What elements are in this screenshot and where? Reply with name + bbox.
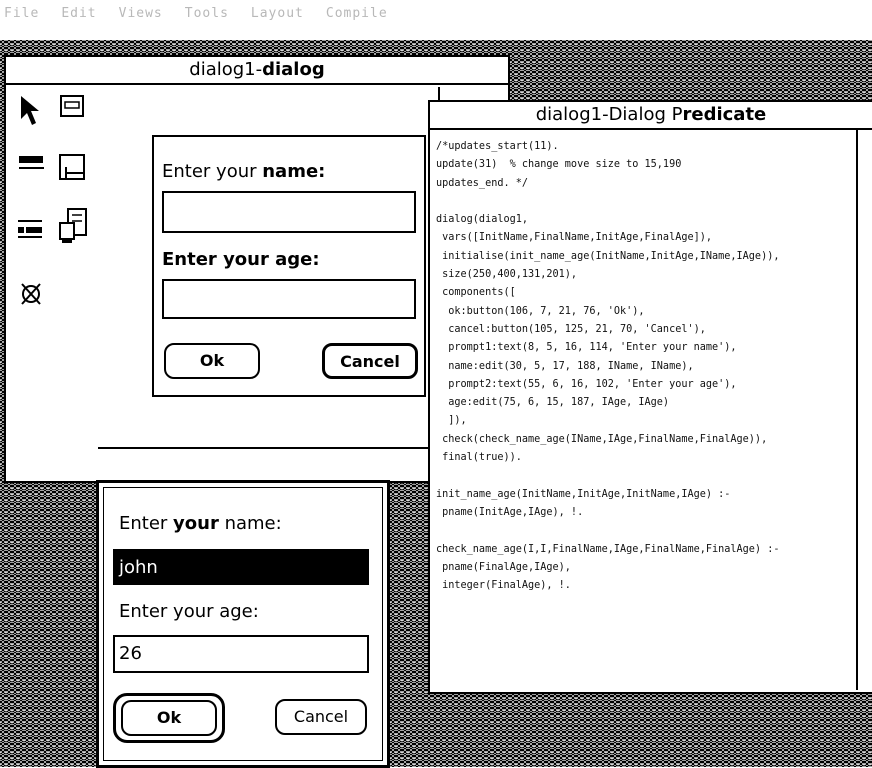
menu-edit[interactable]: Edit [61,6,96,21]
tool-palette [14,91,90,321]
runtime-name-prompt-bold: your [173,513,219,534]
menu-file[interactable]: File [4,6,39,21]
design-name-field[interactable] [162,191,416,233]
menu-views[interactable]: Views [119,6,163,21]
runtime-age-field[interactable]: 26 [113,635,369,673]
predicate-code-text[interactable]: /*updates_start(11). update(31) % change… [436,138,851,595]
dialog-predicate-window: dialog1-Dialog Predicate /*updates_start… [428,100,872,694]
text-tool-icon[interactable] [18,155,46,173]
editor-title-plain: dialog1- [189,59,263,80]
editor-title-bold: dialog [262,59,325,80]
edit-text-tool-icon[interactable] [16,219,46,241]
runtime-dialog: Enter your name: john Enter your age: 26… [96,480,390,768]
predicate-title-bar[interactable]: dialog1-Dialog Predicate [430,102,872,130]
delete-tool-icon[interactable] [20,281,42,307]
design-cancel-button[interactable]: Cancel [322,343,418,379]
predicate-title-bold: redicate [682,104,767,125]
vertical-scrollbar[interactable] [856,130,872,690]
menu-tools[interactable]: Tools [185,6,229,21]
arrow-pointer-icon[interactable] [18,95,42,127]
list-tool-icon[interactable] [58,207,88,247]
design-age-field[interactable] [162,279,416,319]
design-age-prompt: Enter your age: [162,249,320,270]
menu-bar: File Edit Views Tools Layout Compile [0,0,872,26]
design-ok-button[interactable]: Ok [164,343,260,379]
runtime-name-prompt-post: name: [218,513,282,534]
menu-compile[interactable]: Compile [326,6,388,21]
runtime-name-prompt-pre: Enter [119,513,174,534]
design-name-prompt: Enter your name: [162,161,325,182]
runtime-ok-button[interactable]: Ok [121,700,217,736]
design-dialog[interactable]: Enter your name: Enter your age: Ok Canc… [152,135,426,397]
runtime-name-field[interactable]: john [113,549,369,585]
predicate-title-plain: dialog1-Dialog P [535,104,683,125]
runtime-age-prompt: Enter your age: [119,601,259,622]
button-tool-icon[interactable] [60,95,84,117]
edit-field-tool-icon[interactable] [58,153,88,183]
menu-layout[interactable]: Layout [251,6,304,21]
editor-title-bar[interactable]: dialog1-dialog [6,57,508,85]
runtime-cancel-button[interactable]: Cancel [275,699,367,735]
design-name-prompt-text: Enter your [162,161,263,182]
design-name-prompt-bold: name: [262,161,326,182]
runtime-name-prompt: Enter your name: [119,513,282,534]
